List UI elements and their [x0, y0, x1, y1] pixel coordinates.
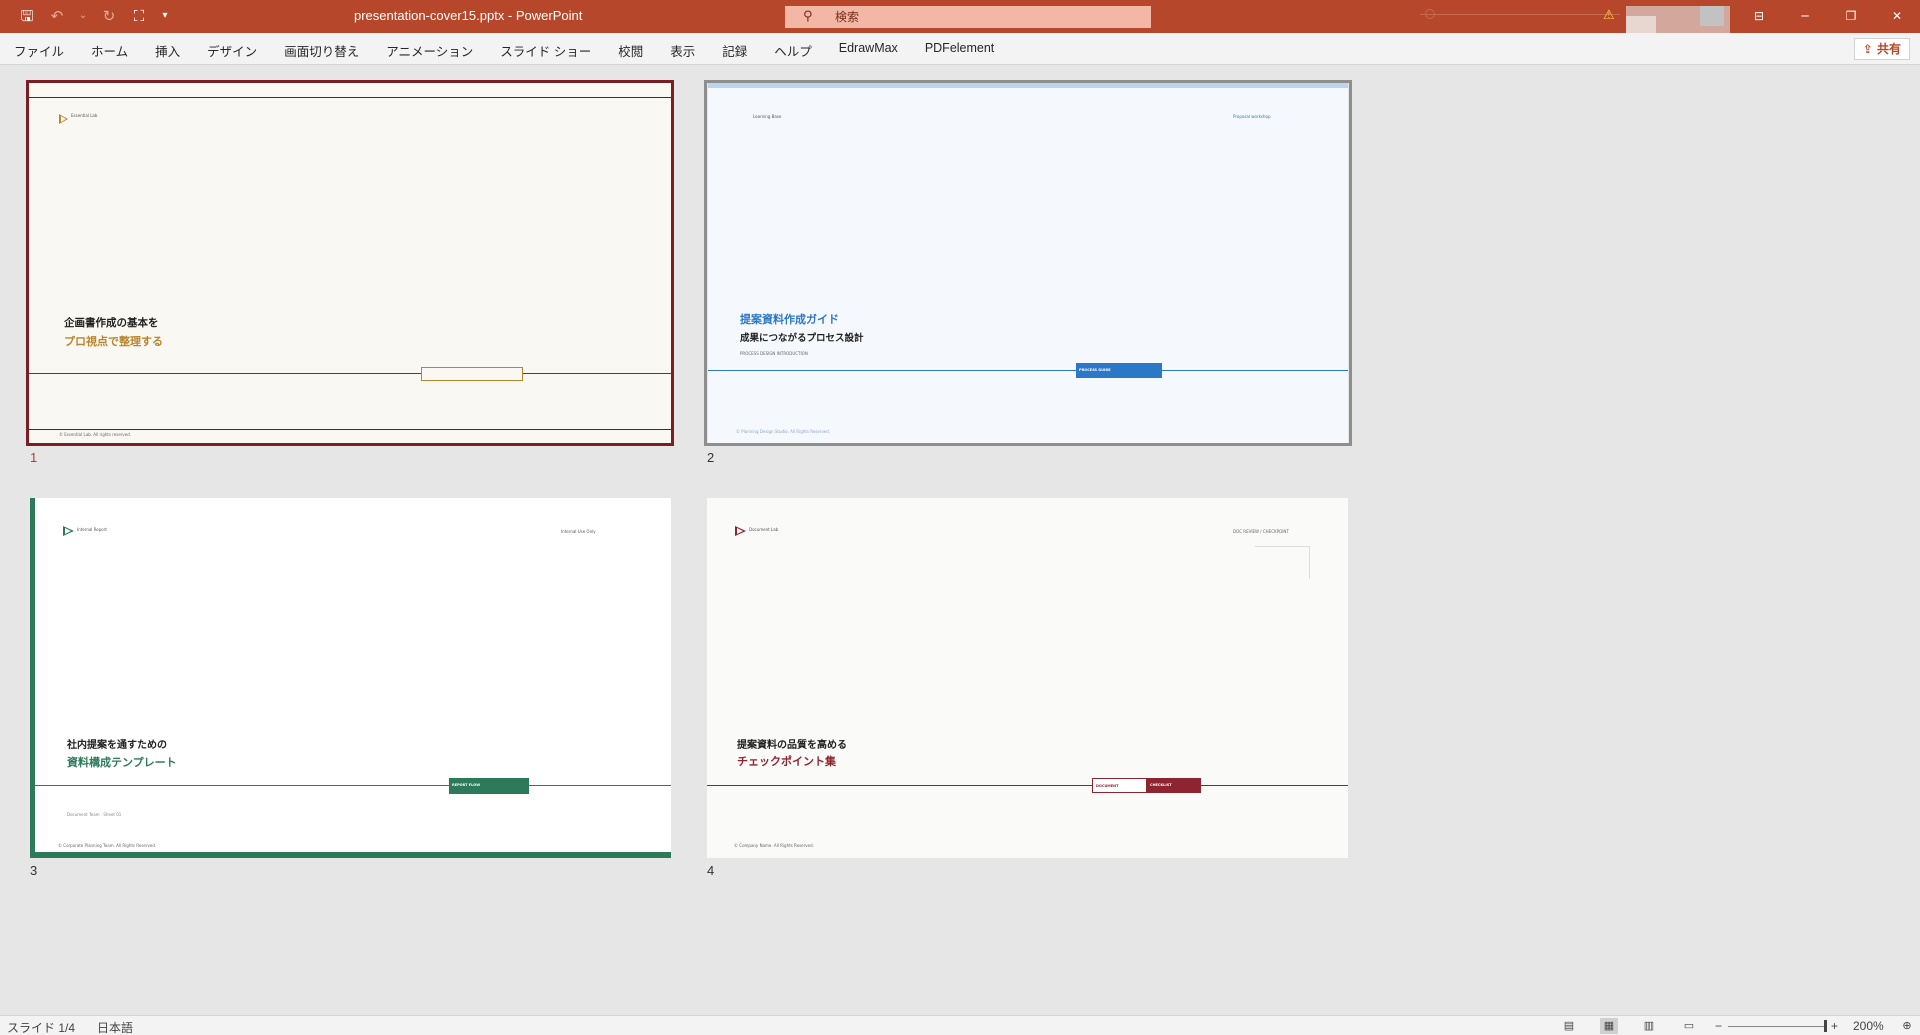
ribbon-tab-0[interactable]: ファイル — [14, 41, 64, 60]
zoom-in-button[interactable]: + — [1831, 1019, 1838, 1033]
zoom-level[interactable]: 200% — [1853, 1019, 1884, 1033]
slide-subtitle: Document Team · Sheet 01 — [67, 812, 122, 817]
slide-thumbnail-3[interactable]: Internal Report Internal Use Only 社内提案を通… — [30, 498, 671, 858]
ribbon-tab-1[interactable]: ホーム — [91, 41, 128, 60]
title-decoration — [1420, 14, 1620, 15]
ribbon-tab-7[interactable]: 校閲 — [618, 41, 643, 60]
slide-bottom-band — [30, 852, 671, 858]
slide-title-line2: チェックポイント集 — [737, 755, 836, 768]
slide-badge: REPORT FLOW — [449, 778, 529, 794]
slide-divider — [708, 370, 1348, 371]
slide-top-right: Internal Use Only — [561, 529, 596, 534]
zoom-slider-thumb[interactable] — [1824, 1020, 1827, 1032]
ribbon-tab-4[interactable]: 画面切り替え — [284, 41, 359, 60]
ribbon-tab-2[interactable]: 挿入 — [155, 41, 180, 60]
slide-sorter: Essential Lab 企画書作成の基本を プロ視点で整理する © Esse… — [0, 66, 1920, 1015]
language-indicator[interactable]: 日本語 — [97, 1019, 133, 1035]
ribbon-tab-5[interactable]: アニメーション — [386, 41, 473, 60]
slide-top-band — [708, 83, 1348, 88]
logo-triangle-inner — [737, 528, 743, 534]
ribbon-tab-11[interactable]: EdrawMax — [839, 41, 898, 60]
slide-footer: © Planning Design Studio. All Rights Res… — [736, 429, 831, 434]
ribbon-tab-3[interactable]: デザイン — [207, 41, 257, 60]
slide-corner-frame — [1255, 546, 1310, 579]
slide-top-right: DOC REVIEW / CHECKPOINT — [1233, 529, 1289, 534]
account-avatar[interactable] — [1626, 6, 1730, 34]
normal-view-icon[interactable]: ▤ — [1560, 1018, 1578, 1034]
undo-icon[interactable]: ↶ — [48, 7, 66, 25]
zoom-slider-track[interactable] — [1728, 1026, 1826, 1027]
slide-thumbnail-2[interactable]: Learning Base Proposal workshop 提案資料作成ガイ… — [708, 83, 1348, 443]
slide-sorter-view-icon[interactable]: ▦ — [1600, 1018, 1618, 1034]
zoom-out-button[interactable]: − — [1715, 1019, 1722, 1033]
slide-divider — [29, 373, 671, 374]
fit-to-window-icon[interactable]: ⊕ — [1898, 1018, 1916, 1034]
undo-dropdown-icon[interactable]: ⌄ — [78, 7, 88, 25]
slide-subtitle: PROCESS DESIGN INTRODUCTION — [740, 351, 808, 356]
slide-title-line1: 提案資料の品質を高める — [737, 740, 847, 751]
slide-title-line2: 資料構成テンプレート — [67, 756, 177, 769]
slide-title-line2: 成果につながるプロセス設計 — [740, 333, 864, 344]
slide-brand-text: Learning Base — [753, 114, 782, 119]
slide-badge-left: DOCUMENT — [1092, 778, 1147, 793]
ribbon-tab-12[interactable]: PDFelement — [925, 41, 994, 60]
share-icon: ⇪ — [1862, 42, 1873, 56]
slide-title-line1: 企画書作成の基本を — [64, 317, 159, 329]
slide-indicator: スライド 1/4 — [7, 1021, 76, 1035]
slide-logo-text: Document Lab — [749, 527, 779, 532]
slide-title-line2: プロ視点で整理する — [64, 335, 163, 348]
logo-triangle-inner — [61, 116, 66, 122]
slide-thumbnail-4[interactable]: Document Lab DOC REVIEW / CHECKPOINT 提案資… — [707, 498, 1348, 858]
slide-title-line1: 社内提案を通すための — [67, 740, 167, 751]
slideshow-view-icon[interactable]: ▭ — [1680, 1018, 1698, 1034]
ribbon-tab-9[interactable]: 記録 — [722, 41, 747, 60]
customize-qat-icon[interactable]: ▾ — [160, 7, 170, 25]
slide-divider — [35, 785, 671, 786]
title-bar: 🖫 ↶ ⌄ ↻ ⛶ ▾ presentation-cover15.pptx - … — [0, 0, 1920, 34]
reading-view-icon[interactable]: ▥ — [1640, 1018, 1658, 1034]
search-box[interactable]: ⚲ 検索 — [785, 6, 1151, 28]
slide-line — [29, 97, 671, 98]
slide-number-1: 1 — [30, 450, 38, 465]
window-title: presentation-cover15.pptx - PowerPoint — [354, 8, 583, 23]
slide-footer: © Company Name. All Rights Reserved. — [734, 843, 814, 848]
minimize-icon[interactable]: ─ — [1795, 7, 1815, 25]
restore-icon[interactable]: ❐ — [1841, 7, 1861, 25]
slide-number-3: 3 — [30, 863, 38, 878]
slide-top-right: Proposal workshop — [1233, 114, 1271, 119]
save-icon[interactable]: 🖫 — [18, 7, 36, 25]
slide-thumbnail-1[interactable]: Essential Lab 企画書作成の基本を プロ視点で整理する © Esse… — [29, 83, 671, 443]
ribbon-tab-6[interactable]: スライド ショー — [500, 41, 591, 60]
slide-number-2: 2 — [707, 450, 715, 465]
ribbon-tabs: ファイル ホーム 挿入 デザイン 画面切り替え アニメーション スライド ショー 校閲 表示 記録… — [14, 41, 1021, 60]
ribbon-tab-bar: ファイル ホーム 挿入 デザイン 画面切り替え アニメーション スライド ショー 校閲 表示 記録… — [0, 33, 1920, 65]
share-button[interactable]: ⇪ 共有 — [1853, 38, 1910, 60]
slide-footer: © Essential Lab. All rights reserved. — [59, 432, 132, 437]
redo-icon[interactable]: ↻ — [100, 7, 118, 25]
ribbon-display-icon[interactable]: ⊟ — [1749, 7, 1769, 25]
search-placeholder: 検索 — [835, 10, 860, 24]
share-label: 共有 — [1876, 42, 1901, 56]
slide-divider — [707, 785, 1348, 786]
slide-logo-text: Essential Lab — [71, 113, 98, 118]
quick-access-toolbar: 🖫 ↶ ⌄ ↻ ⛶ ▾ — [18, 7, 170, 25]
slide-line — [29, 429, 671, 430]
warning-icon[interactable]: ⚠ — [1603, 9, 1617, 23]
slide-badge: PROCESS GUIDE — [1076, 363, 1162, 378]
slide-logo-text: Internal Report — [77, 527, 107, 532]
ribbon-tab-8[interactable]: 表示 — [670, 41, 695, 60]
search-icon: ⚲ — [803, 9, 813, 24]
title-decoration-circle — [1425, 9, 1435, 19]
logo-triangle-inner — [65, 528, 71, 534]
slide-number-4: 4 — [707, 863, 715, 878]
slide-badge-right: CHECKLIST — [1147, 778, 1201, 793]
close-icon[interactable]: ✕ — [1887, 7, 1907, 25]
status-bar: スライド 1/4 日本語 ▤ ▦ ▥ ▭ − + 200% ⊕ — [0, 1015, 1920, 1035]
slide-left-band — [30, 498, 35, 858]
slide-badge — [421, 367, 523, 381]
ribbon-tab-10[interactable]: ヘルプ — [774, 41, 812, 60]
slide-footer: © Corporate Planning Team. All Rights Re… — [58, 843, 157, 848]
slide-title-line1: 提案資料作成ガイド — [740, 313, 839, 326]
presenter-icon[interactable]: ⛶ — [130, 7, 148, 25]
